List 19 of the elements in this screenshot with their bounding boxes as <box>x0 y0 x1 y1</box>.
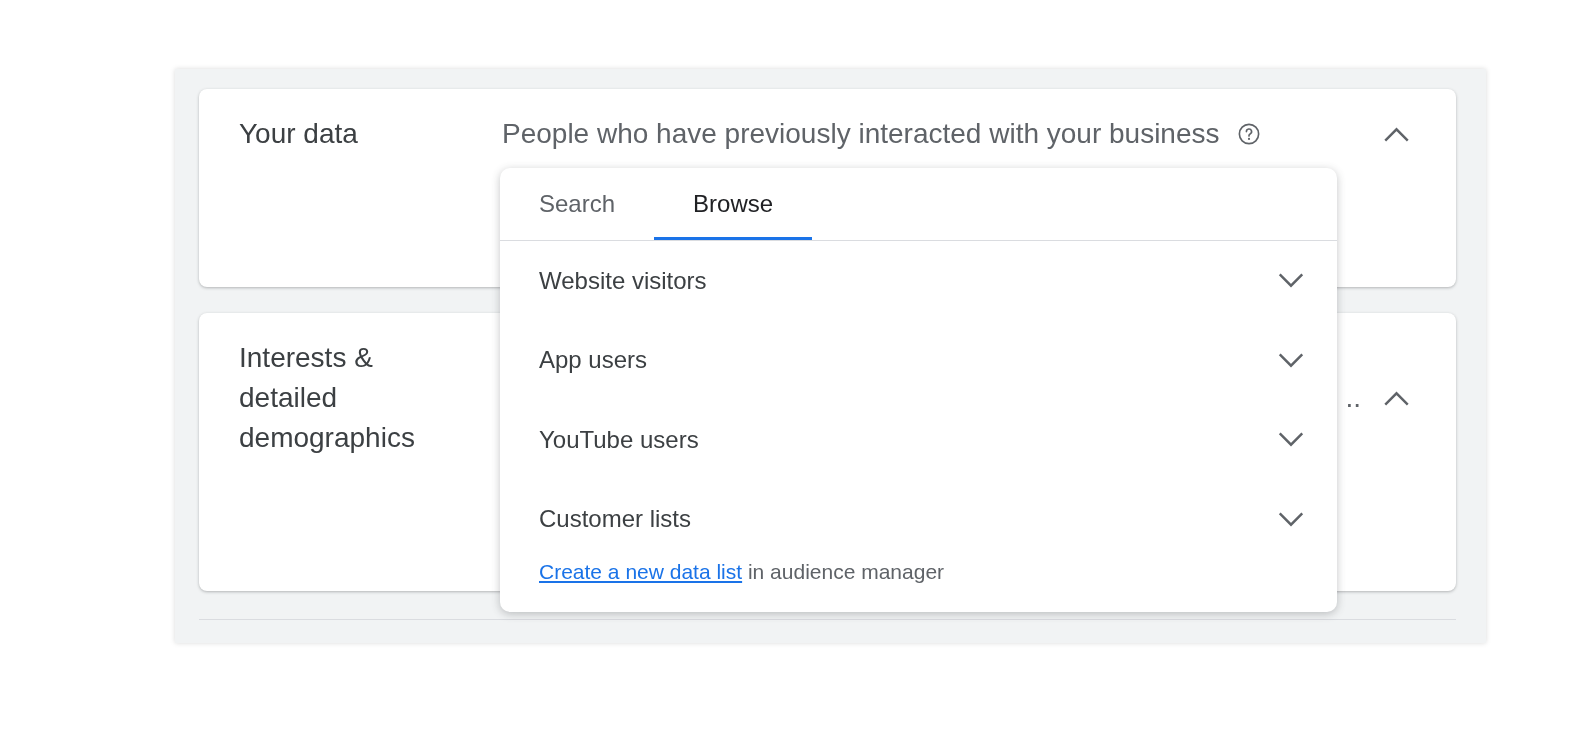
section-description: .. <box>1345 381 1361 415</box>
chevron-down-icon[interactable] <box>1277 352 1305 368</box>
chevron-down-icon[interactable] <box>1277 432 1305 448</box>
chevron-up-icon[interactable] <box>1383 390 1410 406</box>
chevron-down-icon[interactable] <box>1277 511 1305 527</box>
section-title: Your data <box>239 117 359 151</box>
create-data-list-link[interactable]: Create a new data list <box>539 560 743 583</box>
category-item[interactable]: App users <box>500 320 1337 400</box>
chevron-up-icon[interactable] <box>1383 126 1410 142</box>
category-item[interactable]: Website visitors <box>500 241 1337 321</box>
category-item[interactable]: YouTube users <box>500 400 1337 480</box>
section-title: Interests & detailed demographics <box>239 341 416 455</box>
help-icon[interactable] <box>1237 123 1260 145</box>
category-item[interactable]: Customer lists <box>500 479 1337 559</box>
chevron-down-icon[interactable] <box>1277 273 1305 289</box>
tab[interactable]: Browse <box>654 168 813 240</box>
footer-note: Create a new data list in audience manager <box>538 560 945 584</box>
section-description: People who have previously interacted with your business <box>502 117 1220 151</box>
tab[interactable]: Search <box>500 168 655 240</box>
